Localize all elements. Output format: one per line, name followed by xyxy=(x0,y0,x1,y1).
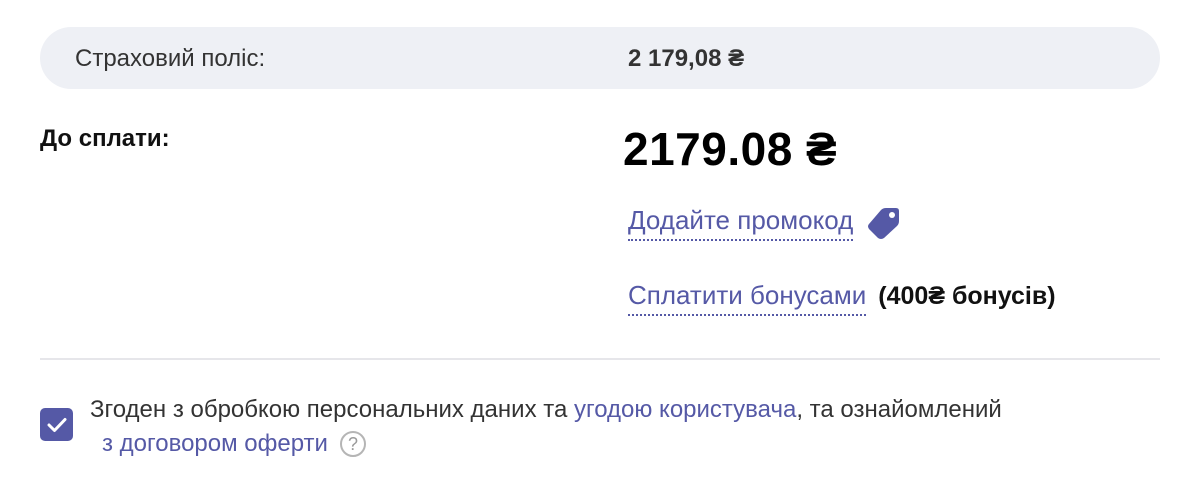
policy-value: 2 179,08 ₴ xyxy=(628,45,745,72)
add-promo-code-link[interactable]: Додайте промокод xyxy=(628,205,854,241)
question-mark-icon[interactable]: ? xyxy=(339,431,366,457)
tag-icon[interactable] xyxy=(865,206,901,240)
user-agreement-link[interactable]: угодою користувача xyxy=(574,396,796,423)
policy-summary-row: Страховий поліс: 2 179,08 ₴ xyxy=(40,27,1160,89)
policy-label: Страховий поліс: xyxy=(75,45,266,72)
pay-with-bonuses-row: Сплатити бонусами (400₴ бонусів) xyxy=(628,280,1056,316)
consent-text-line2: з договором оферти ? xyxy=(102,430,366,458)
divider xyxy=(40,358,1160,360)
consent-text: Згоден з обробкою персональних даних та … xyxy=(90,396,1002,424)
pay-with-bonuses-link[interactable]: Сплатити бонусами xyxy=(628,280,867,316)
amount-due-label: До сплати: xyxy=(40,125,170,152)
consent-text-after: , та ознайомлений xyxy=(796,396,1002,423)
amount-due-value: 2179.08 ₴ xyxy=(623,123,838,175)
bonus-balance: (400₴ бонусів) xyxy=(878,282,1056,310)
promo-code-row: Додайте промокод xyxy=(628,205,901,241)
consent-text-before: Згоден з обробкою персональних даних та xyxy=(90,396,574,423)
offer-contract-link[interactable]: з договором оферти xyxy=(102,430,328,458)
consent-checkbox[interactable] xyxy=(40,408,73,441)
checkmark-icon xyxy=(47,417,66,432)
